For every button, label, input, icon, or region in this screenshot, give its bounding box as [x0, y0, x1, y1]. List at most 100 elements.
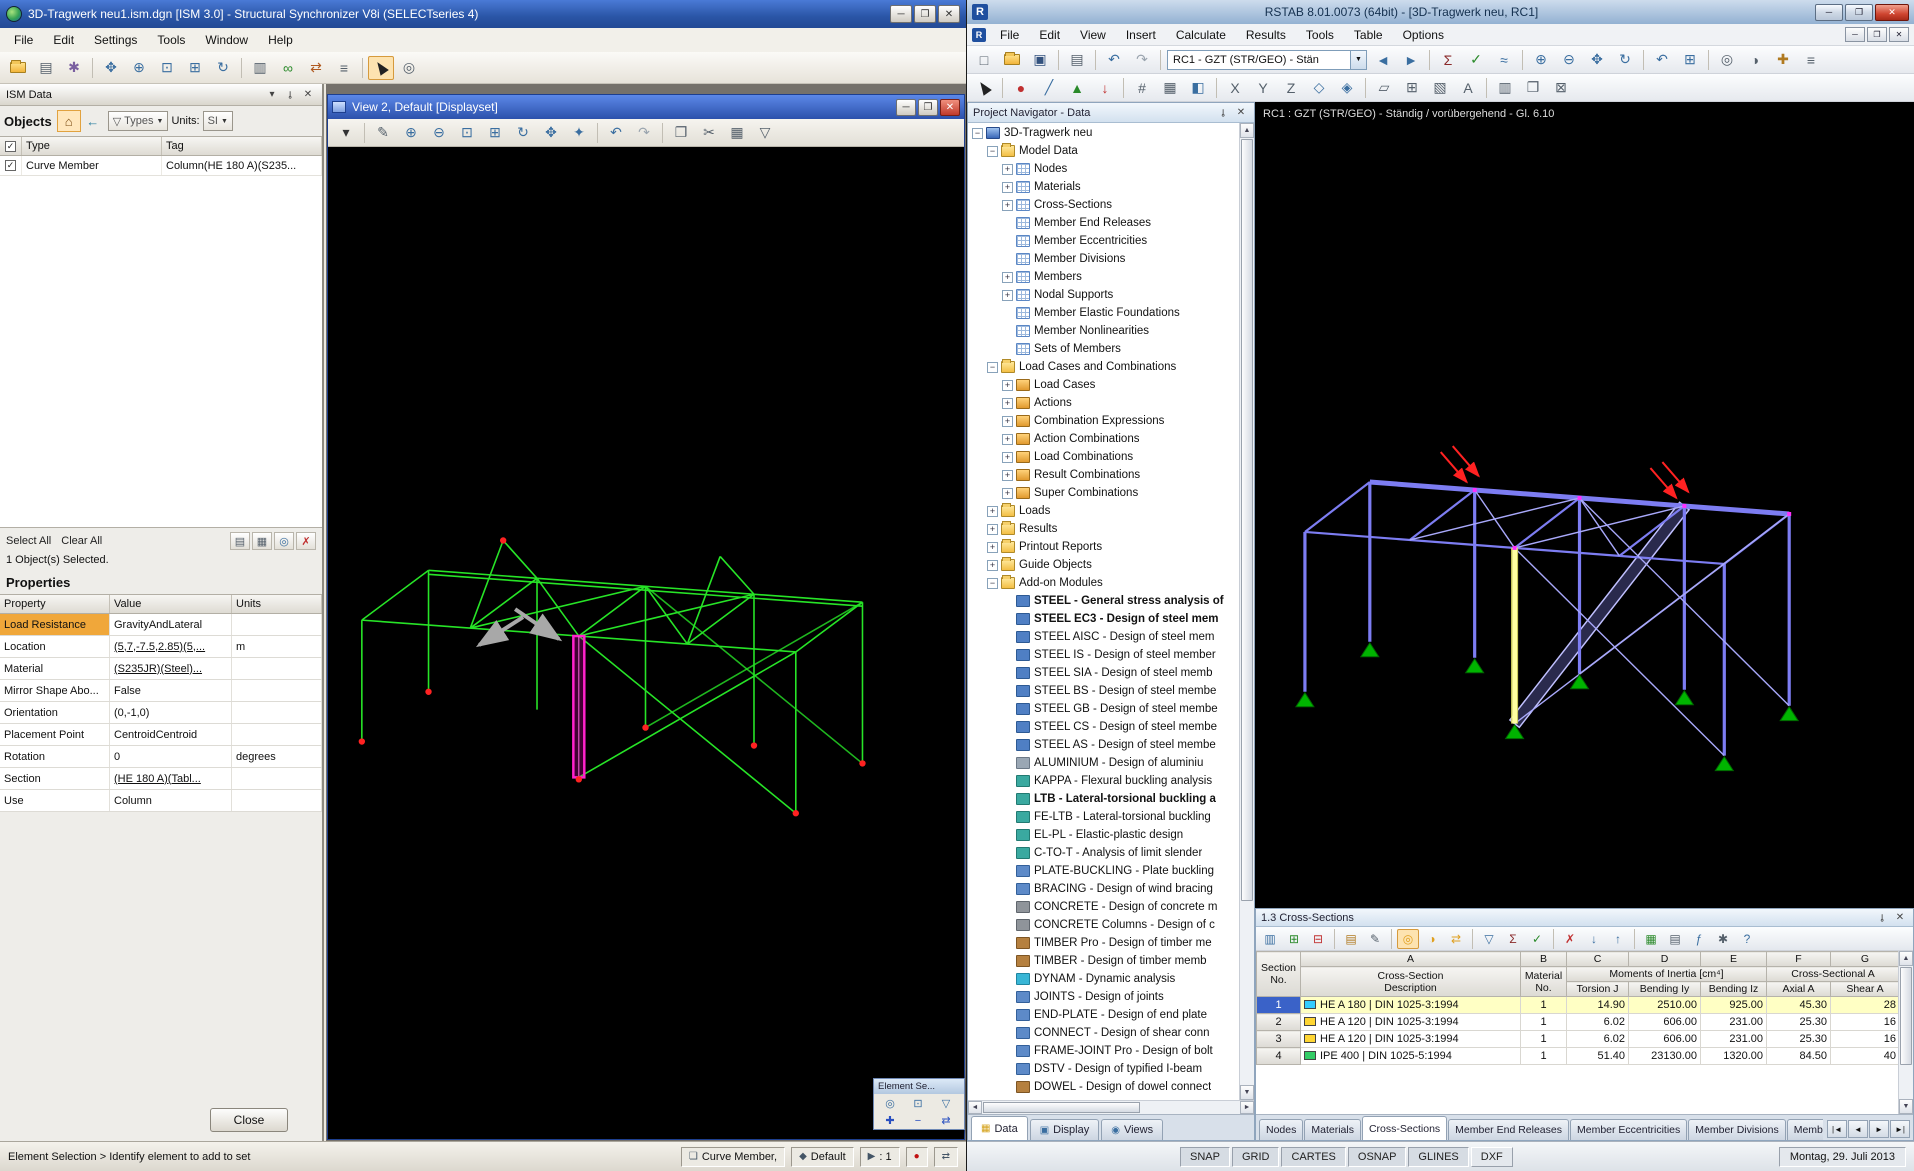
expand-icon[interactable]: + [987, 505, 998, 517]
select-arrow-icon[interactable] [368, 55, 394, 80]
expand-icon[interactable]: + [1002, 271, 1013, 283]
next-load-case-icon[interactable]: ► [1398, 48, 1424, 72]
expand-icon[interactable]: + [1002, 415, 1013, 427]
open-file-icon[interactable] [999, 48, 1025, 72]
property-row[interactable]: Mirror Shape Abo... False [0, 680, 322, 702]
tree-item-loads[interactable]: + Loads [968, 502, 1239, 520]
copy-view-icon[interactable]: ❐ [668, 121, 694, 145]
maximize-button[interactable]: ❐ [918, 98, 938, 116]
tree-item-steel-cs-design-of-steel-membe[interactable]: STEEL CS - Design of steel membe [968, 718, 1239, 736]
clear-all-button[interactable]: Clear All [61, 535, 102, 547]
property-value[interactable]: CentroidCentroid [110, 724, 232, 745]
title-bar[interactable]: R RSTAB 8.01.0073 (64bit) - [3D-Tragwerk… [967, 0, 1914, 24]
tree-item-ltb-lateral-torsional-buckling-a[interactable]: LTB - Lateral-torsional buckling a [968, 790, 1239, 808]
tree-item-c-to-t-analysis-of-limit-slender[interactable]: C-TO-T - Analysis of limit slender [968, 844, 1239, 862]
status-toggle-cartes[interactable]: CARTES [1281, 1146, 1346, 1167]
panel-menu-icon[interactable]: ▾ [264, 88, 280, 102]
cs-insert-row-icon[interactable]: ⊞ [1283, 929, 1305, 949]
numbering-icon[interactable]: # [1129, 76, 1155, 100]
calculate-icon[interactable]: Σ [1435, 48, 1461, 72]
cs-units-icon[interactable]: ✱ [1712, 929, 1734, 949]
tree-item-el-pl-elastic-plastic-design[interactable]: EL-PL - Elastic-plastic design [968, 826, 1239, 844]
layers-icon[interactable]: ≡ [331, 56, 357, 80]
move-view-icon[interactable]: ✥ [1584, 48, 1610, 72]
menu-results[interactable]: Results [1236, 25, 1296, 45]
tree-item-member-divisions[interactable]: Member Divisions [968, 250, 1239, 268]
cross-section-row[interactable]: 3 HE A 120 | DIN 1025-3:1994 1 6.02 606.00 23… [1256, 1030, 1900, 1048]
expand-icon[interactable]: + [1002, 163, 1013, 175]
tree-item-3d-tragwerk-neu[interactable]: − 3D-Tragwerk neu [968, 124, 1239, 142]
tree-item-printout-reports[interactable]: + Printout Reports [968, 538, 1239, 556]
select-all-button[interactable]: Select All [6, 535, 51, 547]
save-icon[interactable]: ▣ [1027, 48, 1053, 72]
expand-icon[interactable]: + [987, 523, 998, 535]
sync-icon[interactable]: ⇄ [303, 56, 329, 80]
collapse-icon[interactable]: − [987, 145, 998, 157]
menu-edit[interactable]: Edit [43, 30, 84, 50]
property-value[interactable]: False [110, 680, 232, 701]
units-dropdown[interactable]: SI ▼ [202, 111, 233, 131]
tree-item-steel-aisc-design-of-steel-mem[interactable]: STEEL AISC - Design of steel mem [968, 628, 1239, 646]
display-mode-icon[interactable]: ▾ [333, 121, 359, 145]
status-toggle-dxf[interactable]: DXF [1470, 1146, 1513, 1167]
scroll-left-icon[interactable]: ◄ [968, 1101, 982, 1114]
stop-field[interactable]: ● [905, 1146, 928, 1167]
table-tab-cross-sections[interactable]: Cross-Sections [1361, 1116, 1448, 1140]
expand-icon[interactable]: + [1002, 487, 1013, 499]
cs-table-list-icon[interactable]: ▥ [1259, 929, 1281, 949]
property-value[interactable]: (HE 180 A)(Tabl... [110, 768, 232, 789]
rotate-view-icon[interactable]: ↻ [1612, 48, 1638, 72]
objects-list-area[interactable] [0, 176, 322, 528]
maximize-button[interactable]: ❐ [1845, 3, 1873, 21]
scroll-down-icon[interactable]: ▼ [1240, 1085, 1254, 1100]
close-button[interactable]: Close [210, 1108, 288, 1132]
cs-export-icon[interactable]: ↑ [1607, 929, 1629, 949]
tree-item-nodal-supports[interactable]: + Nodal Supports [968, 286, 1239, 304]
member-icon[interactable]: ╱ [1036, 76, 1062, 100]
units-column-header[interactable]: Units [232, 595, 322, 613]
link-views-icon[interactable]: ∞ [275, 56, 301, 80]
menu-table[interactable]: Table [1344, 25, 1393, 45]
export-table-icon[interactable]: ▦ [252, 532, 272, 550]
rotate-view-icon[interactable]: ↻ [210, 56, 236, 80]
tree-item-actions[interactable]: + Actions [968, 394, 1239, 412]
view-attributes-icon[interactable]: ✎ [370, 121, 396, 145]
tree-item-load-cases-and-combinations[interactable]: − Load Cases and Combinations [968, 358, 1239, 376]
selection-count-field[interactable]: ▶: 1 [859, 1146, 900, 1167]
close-icon[interactable]: ✕ [1892, 911, 1908, 925]
last-table-button[interactable]: ►| [1890, 1120, 1910, 1138]
pan-view-icon[interactable]: ✥ [538, 121, 564, 145]
selected-column[interactable] [572, 634, 586, 779]
clip-mask-icon[interactable]: ▦ [724, 121, 750, 145]
tree-item-dynam-dynamic-analysis[interactable]: DYNAM - Dynamic analysis [968, 970, 1239, 988]
status-toggle-osnap[interactable]: OSNAP [1347, 1146, 1407, 1167]
tree-item-member-eccentricities[interactable]: Member Eccentricities [968, 232, 1239, 250]
new-file-icon[interactable]: □ [971, 48, 997, 72]
object-row[interactable]: Curve Member Column(HE 180 A)(S235... [0, 156, 322, 176]
pin-icon[interactable]: ⊸ [283, 87, 297, 103]
zoom-window-icon[interactable]: ⊡ [154, 56, 180, 80]
cs-check-icon[interactable]: ✓ [1526, 929, 1548, 949]
cs-delete-row-icon[interactable]: ⊟ [1307, 929, 1329, 949]
menu-calculate[interactable]: Calculate [1166, 25, 1236, 45]
select-icon[interactable] [971, 76, 997, 100]
scrollbar-thumb[interactable] [1241, 139, 1253, 902]
print-icon[interactable]: ▤ [33, 56, 59, 80]
tree-item-steel-bs-design-of-steel-membe[interactable]: STEEL BS - Design of steel membe [968, 682, 1239, 700]
link-field[interactable]: ⇄ [933, 1146, 958, 1167]
tree-item-load-cases[interactable]: + Load Cases [968, 376, 1239, 394]
status-toggle-glines[interactable]: GLINES [1408, 1146, 1469, 1167]
cs-edit-icon[interactable]: ✎ [1364, 929, 1386, 949]
cross-sections-title-bar[interactable]: 1.3 Cross-Sections ⊸ ✕ [1256, 909, 1913, 927]
table-tab-nodes[interactable]: Nodes [1259, 1119, 1304, 1140]
zoom-out-icon[interactable]: ⊖ [1556, 48, 1582, 72]
expand-icon[interactable]: + [1002, 379, 1013, 391]
property-value[interactable]: (S235JR)(Steel)... [110, 658, 232, 679]
isometric-view-icon[interactable]: ◇ [1306, 76, 1332, 100]
tree-item-steel-general-stress-analysis-of[interactable]: STEEL - General stress analysis of [968, 592, 1239, 610]
clear-selection-icon[interactable]: ✗ [296, 532, 316, 550]
tree-item-result-combinations[interactable]: + Result Combinations [968, 466, 1239, 484]
view-next-icon[interactable]: ↷ [631, 121, 657, 145]
snap-icon[interactable]: ✚ [1770, 48, 1796, 72]
scroll-up-icon[interactable]: ▲ [1899, 951, 1913, 966]
